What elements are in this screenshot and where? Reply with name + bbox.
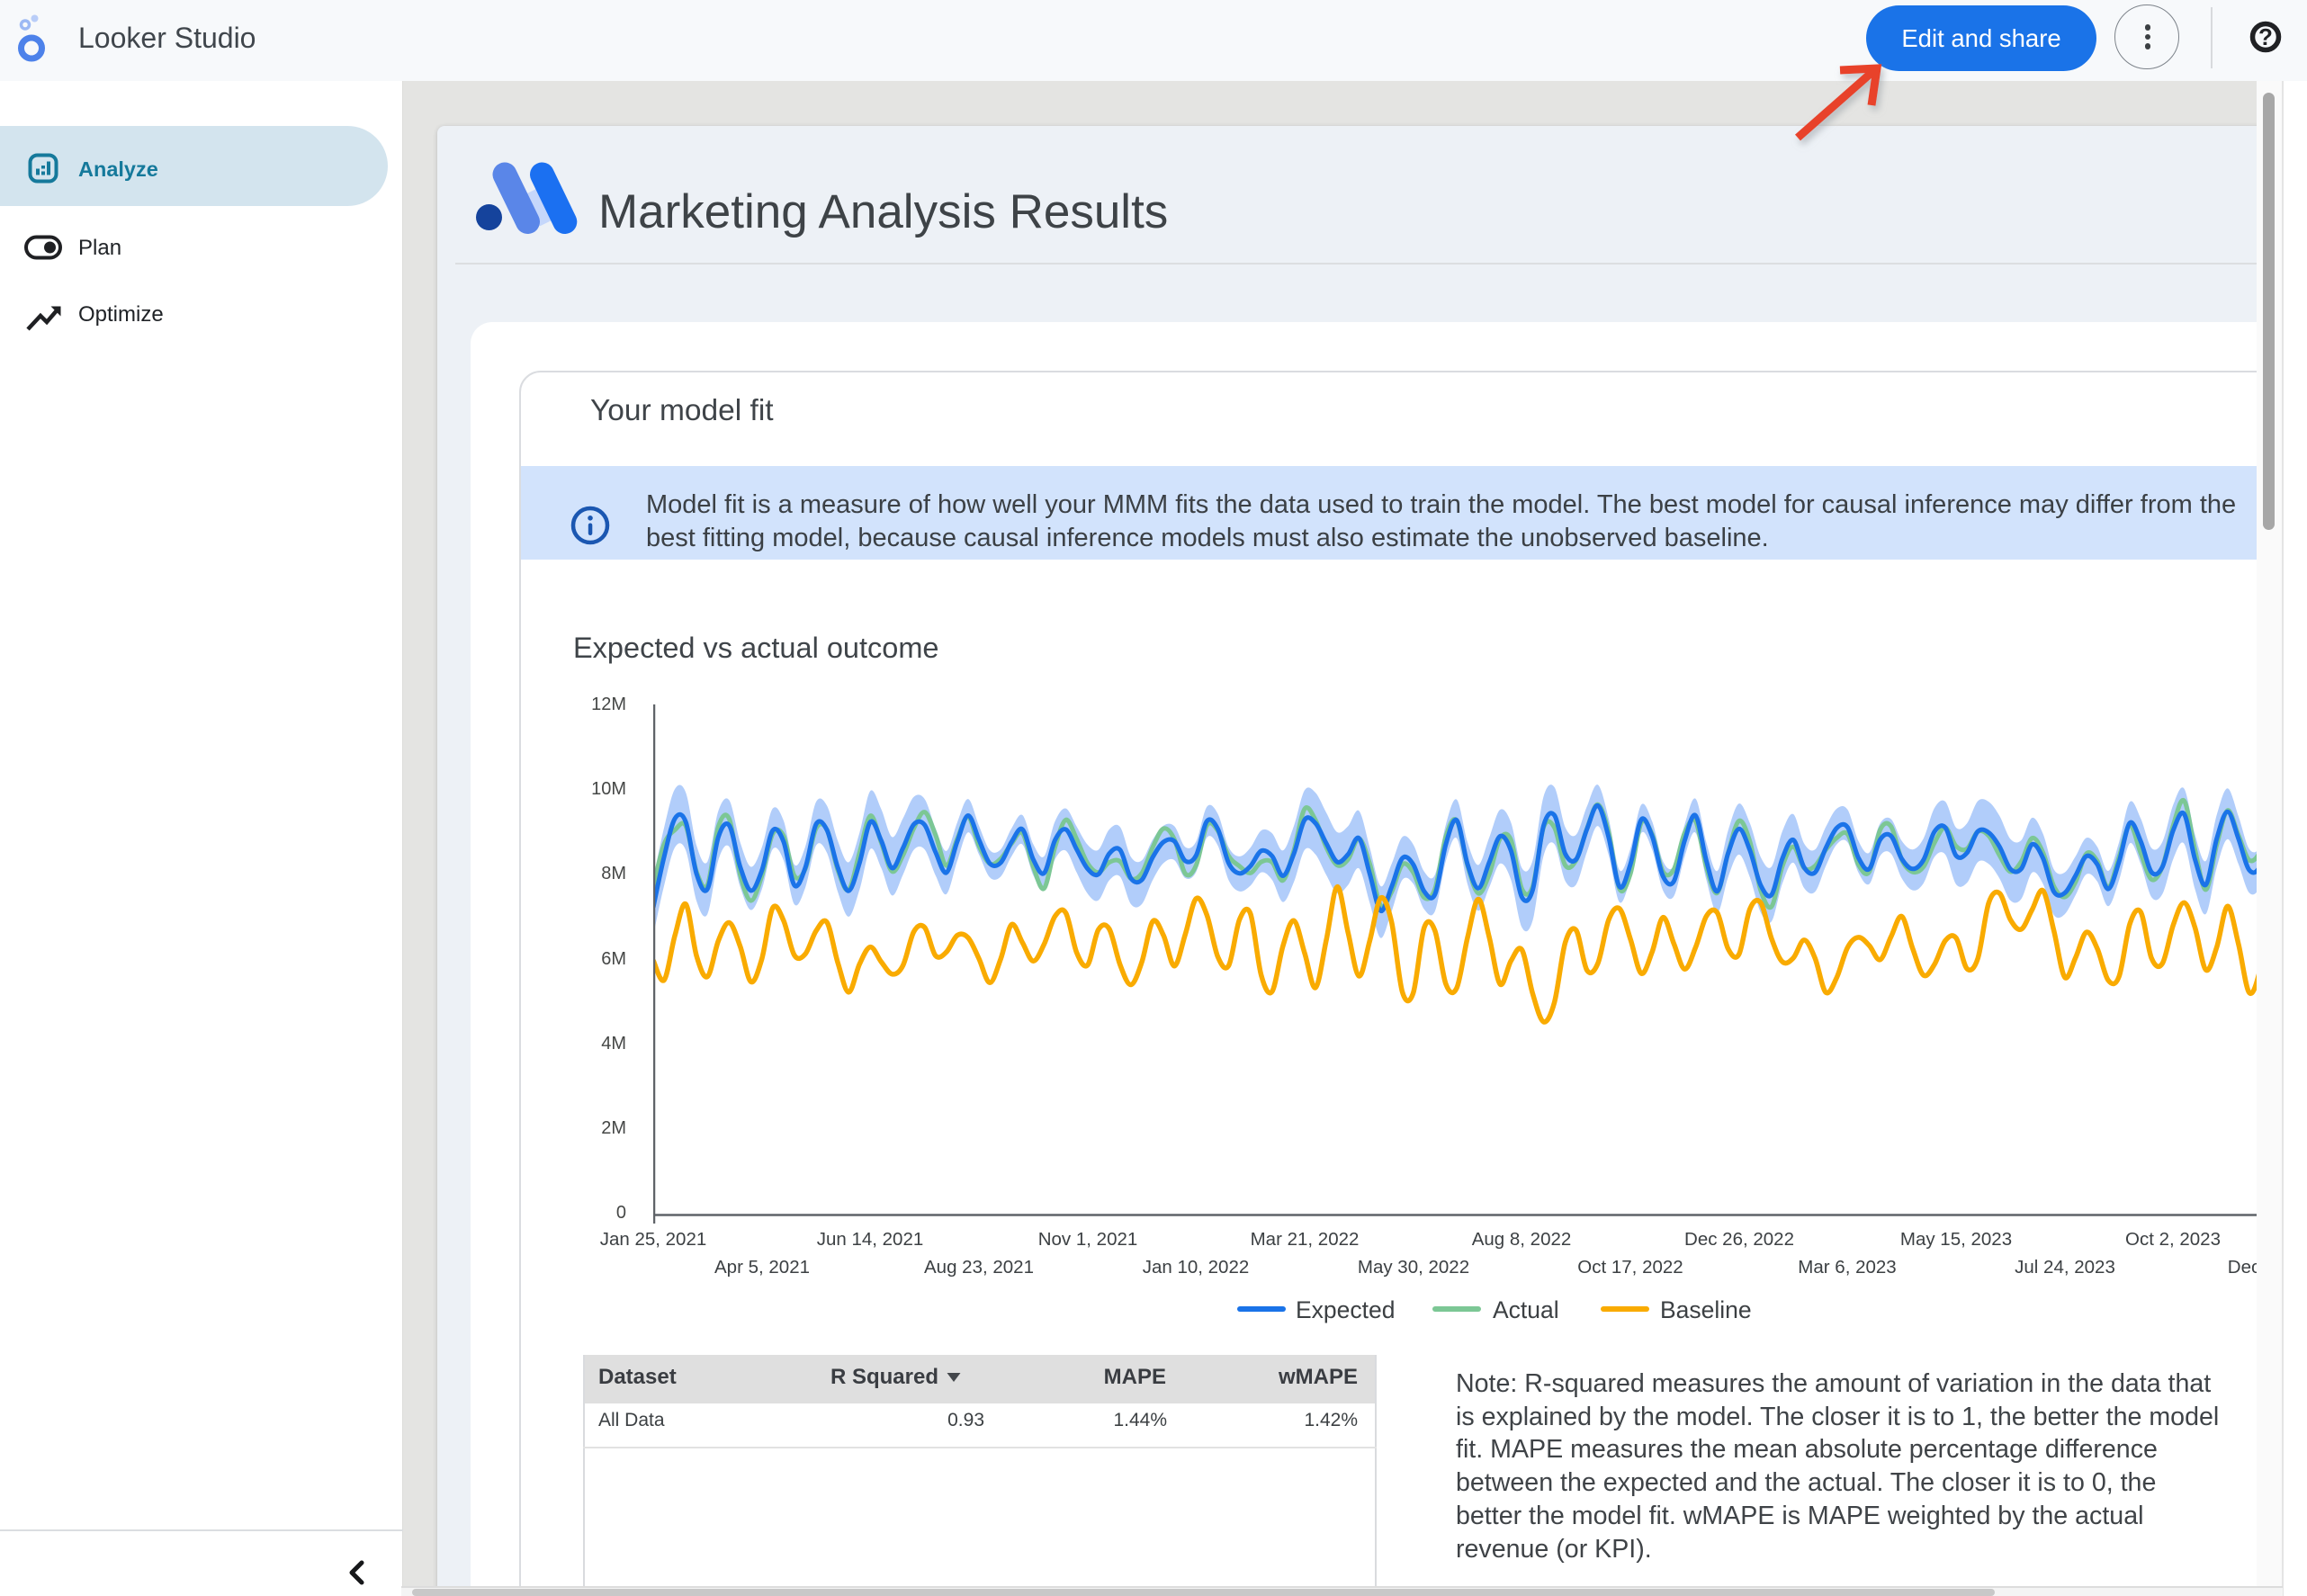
svg-text:?: ? <box>2258 23 2273 50</box>
